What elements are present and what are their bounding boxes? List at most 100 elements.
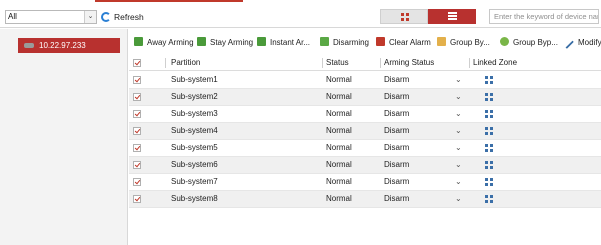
linked-zone-icon[interactable]: [485, 127, 493, 135]
stay-arming-icon: [197, 37, 206, 46]
linked-zone-icon[interactable]: [485, 110, 493, 118]
grid-icon: [401, 13, 409, 21]
row-checkbox[interactable]: [133, 93, 141, 101]
column-header-arming-status[interactable]: Arming Status: [384, 55, 434, 71]
linked-zone-icon[interactable]: [485, 144, 493, 152]
stay-arming-label: Stay Arming: [210, 38, 254, 47]
table-header: Partition Status Arming Status Linked Zo…: [129, 55, 601, 71]
device-list-item[interactable]: 10.22.97.233: [18, 38, 120, 53]
partition-status: Normal: [326, 92, 352, 101]
refresh-icon: [101, 12, 111, 22]
chevron-down-icon[interactable]: ⌄: [455, 106, 462, 122]
clear-alarm-label: Clear Alarm: [389, 38, 431, 47]
chevron-down-icon[interactable]: ⌄: [455, 89, 462, 105]
chevron-down-icon[interactable]: ⌄: [455, 157, 462, 173]
arming-status-select[interactable]: Disarm: [384, 191, 409, 207]
column-header-partition[interactable]: Partition: [171, 55, 200, 71]
row-checkbox[interactable]: [133, 178, 141, 186]
table-row[interactable]: Sub-system5 Normal Disarm ⌄: [129, 140, 601, 157]
partition-name: Sub-system5: [171, 143, 218, 152]
modify-button[interactable]: Modify: [564, 35, 601, 51]
chevron-down-icon[interactable]: ⌄: [455, 72, 462, 88]
select-all-checkbox[interactable]: [133, 59, 141, 67]
chevron-down-icon[interactable]: ⌄: [455, 123, 462, 139]
top-bar: All ⌄ Refresh: [0, 0, 601, 28]
device-list-panel: 10.22.97.233: [0, 29, 128, 245]
list-view-button[interactable]: [428, 9, 476, 24]
chevron-down-icon[interactable]: ⌄: [455, 140, 462, 156]
group-bypass-recover-label: Group Byp...: [513, 38, 558, 47]
partition-status: Normal: [326, 126, 352, 135]
partition-name: Sub-system2: [171, 92, 218, 101]
table-row[interactable]: Sub-system2 Normal Disarm ⌄: [129, 89, 601, 106]
table-row[interactable]: Sub-system7 Normal Disarm ⌄: [129, 174, 601, 191]
device-filter-select[interactable]: All ⌄: [5, 10, 97, 24]
column-header-linked-zone[interactable]: Linked Zone: [473, 55, 517, 71]
group-bypass-recover-icon: [500, 37, 509, 46]
partition-name: Sub-system7: [171, 177, 218, 186]
group-bypass-icon: [437, 37, 446, 46]
linked-zone-icon[interactable]: [485, 93, 493, 101]
partition-name: Sub-system4: [171, 126, 218, 135]
arming-status-select[interactable]: Disarm: [384, 72, 409, 88]
group-bypass-recover-button[interactable]: Group Byp...: [500, 35, 558, 51]
row-checkbox[interactable]: [133, 195, 141, 203]
arming-status-select[interactable]: Disarm: [384, 106, 409, 122]
table-row[interactable]: Sub-system6 Normal Disarm ⌄: [129, 157, 601, 174]
partition-name: Sub-system8: [171, 194, 218, 203]
modify-label: Modify: [578, 38, 601, 47]
list-icon: [448, 12, 457, 20]
disarming-label: Disarming: [333, 38, 370, 47]
partition-status: Normal: [326, 143, 352, 152]
row-checkbox[interactable]: [133, 127, 141, 135]
linked-zone-icon[interactable]: [485, 76, 493, 84]
partition-name: Sub-system6: [171, 160, 218, 169]
column-header-status[interactable]: Status: [326, 55, 349, 71]
device-icon: [24, 43, 34, 48]
arming-status-select[interactable]: Disarm: [384, 140, 409, 156]
disarming-icon: [320, 37, 329, 46]
instant-arming-button[interactable]: Instant Ar...: [257, 35, 310, 51]
away-arming-label: Away Arming: [147, 38, 194, 47]
row-checkbox[interactable]: [133, 144, 141, 152]
arming-status-select[interactable]: Disarm: [384, 89, 409, 105]
partition-status: Normal: [326, 75, 352, 84]
linked-zone-icon[interactable]: [485, 178, 493, 186]
table-row[interactable]: Sub-system4 Normal Disarm ⌄: [129, 123, 601, 140]
arming-status-select[interactable]: Disarm: [384, 157, 409, 173]
table-row[interactable]: Sub-system1 Normal Disarm ⌄: [129, 72, 601, 89]
linked-zone-icon[interactable]: [485, 161, 493, 169]
grid-view-button[interactable]: [380, 9, 428, 24]
view-toggle: [380, 9, 476, 24]
active-tab-indicator: [95, 0, 243, 2]
arming-status-select[interactable]: Disarm: [384, 123, 409, 139]
clear-alarm-icon: [376, 37, 385, 46]
row-checkbox[interactable]: [133, 161, 141, 169]
row-checkbox[interactable]: [133, 110, 141, 118]
chevron-down-icon[interactable]: ⌄: [455, 191, 462, 207]
away-arming-button[interactable]: Away Arming: [134, 35, 194, 51]
refresh-label: Refresh: [114, 12, 144, 22]
disarming-button[interactable]: Disarming: [320, 35, 369, 51]
partition-status: Normal: [326, 109, 352, 118]
pencil-icon: [564, 39, 574, 49]
instant-arming-label: Instant Ar...: [270, 38, 311, 47]
stay-arming-button[interactable]: Stay Arming: [197, 35, 253, 51]
device-search-input[interactable]: [489, 9, 599, 24]
clear-alarm-button[interactable]: Clear Alarm: [376, 35, 431, 51]
partition-status: Normal: [326, 160, 352, 169]
table-row[interactable]: Sub-system8 Normal Disarm ⌄: [129, 191, 601, 208]
chevron-down-icon[interactable]: ⌄: [84, 11, 96, 23]
instant-arming-icon: [257, 37, 266, 46]
table-row[interactable]: Sub-system3 Normal Disarm ⌄: [129, 106, 601, 123]
device-filter-value: All: [8, 12, 17, 21]
linked-zone-icon[interactable]: [485, 195, 493, 203]
chevron-down-icon[interactable]: ⌄: [455, 174, 462, 190]
partition-status: Normal: [326, 177, 352, 186]
refresh-button[interactable]: Refresh: [101, 10, 144, 24]
action-toolbar: Away Arming Stay Arming Instant Ar... Di…: [129, 35, 601, 51]
partition-name: Sub-system3: [171, 109, 218, 118]
arming-status-select[interactable]: Disarm: [384, 174, 409, 190]
row-checkbox[interactable]: [133, 76, 141, 84]
group-bypass-button[interactable]: Group By...: [437, 35, 490, 51]
